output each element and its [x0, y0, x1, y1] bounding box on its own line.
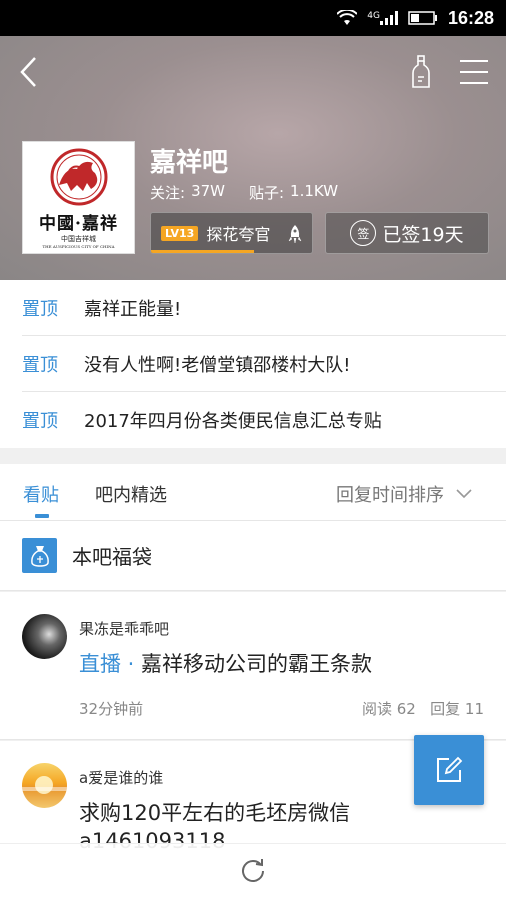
- post-title-text: 嘉祥移动公司的霸王条款: [141, 652, 373, 676]
- compose-button[interactable]: [414, 735, 484, 805]
- rocket-icon: [288, 224, 302, 248]
- tab-posts[interactable]: 看贴: [23, 481, 59, 507]
- pinned-title: 嘉祥正能量!: [84, 298, 182, 320]
- posts-label: 贴子:: [248, 184, 285, 202]
- pinned-post[interactable]: 置顶 嘉祥正能量!: [22, 280, 506, 336]
- battery-icon: [408, 11, 438, 25]
- chevron-left-icon: [20, 57, 36, 87]
- refresh-button[interactable]: [240, 857, 266, 887]
- posts-count: 1.1KW: [290, 182, 339, 200]
- sign-in-icon-text: 签: [357, 226, 370, 241]
- back-button[interactable]: [12, 52, 44, 92]
- wifi-icon: [337, 10, 358, 26]
- forum-name: 嘉祥吧: [150, 148, 229, 178]
- lucky-bag-row[interactable]: 本吧福袋: [0, 521, 506, 591]
- clock: 16:28: [447, 7, 494, 28]
- post-title: 直播 · 嘉祥移动公司的霸王条款: [79, 648, 372, 678]
- avatar[interactable]: [22, 763, 67, 808]
- level-title: 探花夸官: [206, 225, 271, 244]
- pinned-tag: 置顶: [22, 354, 58, 376]
- avatar[interactable]: [22, 614, 67, 659]
- hamburger-menu-icon: [460, 60, 488, 84]
- logo-subtitle-en: THE AUSPICIOUS CITY OF CHINA: [42, 243, 115, 249]
- forum-logo: 中國·嘉祥 中国吉祥城 THE AUSPICIOUS CITY OF CHINA: [22, 141, 135, 254]
- pinned-posts: 置顶 嘉祥正能量! 置顶 没有人性啊!老僧堂镇邵楼村大队! 置顶 2017年四月…: [0, 280, 506, 448]
- live-tag: 直播: [79, 652, 121, 676]
- forum-header: 中國·嘉祥 中国吉祥城 THE AUSPICIOUS CITY OF CHINA…: [0, 36, 506, 280]
- drift-bottle-button[interactable]: [406, 52, 436, 92]
- read-count: 阅读 62: [361, 700, 416, 718]
- active-tab-indicator: [35, 514, 49, 518]
- post-author[interactable]: 果冻是乖乖吧: [79, 618, 169, 639]
- list-item[interactable]: 果冻是乖乖吧 直播 · 嘉祥移动公司的霸王条款 32分钟前 阅读 62 回复 1…: [0, 592, 506, 740]
- logo-text: 中國·嘉祥: [39, 213, 118, 234]
- status-bar: 4G 16:28: [0, 0, 506, 36]
- chevron-down-icon: [456, 489, 472, 499]
- bottom-bar: [0, 843, 506, 900]
- sign-in-label: 已签19天: [382, 223, 464, 246]
- sign-in-icon: 签: [350, 220, 377, 246]
- sort-dropdown[interactable]: 回复时间排序: [336, 481, 472, 507]
- forum-stats: 关注: 37W 贴子: 1.1KW: [150, 182, 338, 203]
- follow-count: 37W: [191, 182, 225, 200]
- signal-icon: 4G: [367, 11, 398, 25]
- bottle-icon: [412, 55, 430, 88]
- level-badge: LV13: [161, 225, 199, 241]
- edit-icon: [437, 756, 463, 782]
- post-time: 32分钟前: [79, 700, 144, 718]
- post-title: 求购120平左右的毛坯房微信: [79, 801, 351, 825]
- menu-button[interactable]: [456, 52, 492, 92]
- member-level[interactable]: LV13 探花夸官: [150, 212, 313, 254]
- sign-in-button[interactable]: 签 已签19天: [325, 212, 489, 254]
- qilin-emblem-icon: [50, 148, 107, 205]
- lucky-bag-icon: [22, 538, 57, 573]
- pinned-title: 2017年四月份各类便民信息汇总专贴: [84, 411, 382, 432]
- separator-dot: ·: [121, 652, 142, 676]
- pinned-title: 没有人性啊!老僧堂镇邵楼村大队!: [84, 354, 351, 376]
- logo-subtitle: 中国吉祥城: [61, 234, 96, 243]
- sort-label: 回复时间排序: [336, 485, 444, 506]
- tab-featured[interactable]: 吧内精选: [95, 481, 167, 507]
- post-author[interactable]: a爱是谁的谁: [79, 767, 163, 788]
- reply-count: 回复 11: [430, 700, 484, 718]
- refresh-icon: [242, 859, 264, 882]
- pinned-tag: 置顶: [22, 411, 58, 432]
- pinned-post[interactable]: 置顶 没有人性啊!老僧堂镇邵楼村大队!: [22, 336, 506, 392]
- follow-label: 关注:: [150, 184, 186, 202]
- pinned-tag: 置顶: [22, 298, 58, 320]
- lucky-bag-label: 本吧福袋: [72, 545, 152, 569]
- pinned-post[interactable]: 置顶 2017年四月份各类便民信息汇总专贴: [22, 392, 506, 448]
- post-tabs: 看贴 吧内精选 回复时间排序: [0, 464, 506, 521]
- post-stats: 阅读 62 回复 11: [362, 698, 484, 719]
- network-type: 4G: [367, 11, 380, 21]
- level-progress-bar: [151, 250, 255, 253]
